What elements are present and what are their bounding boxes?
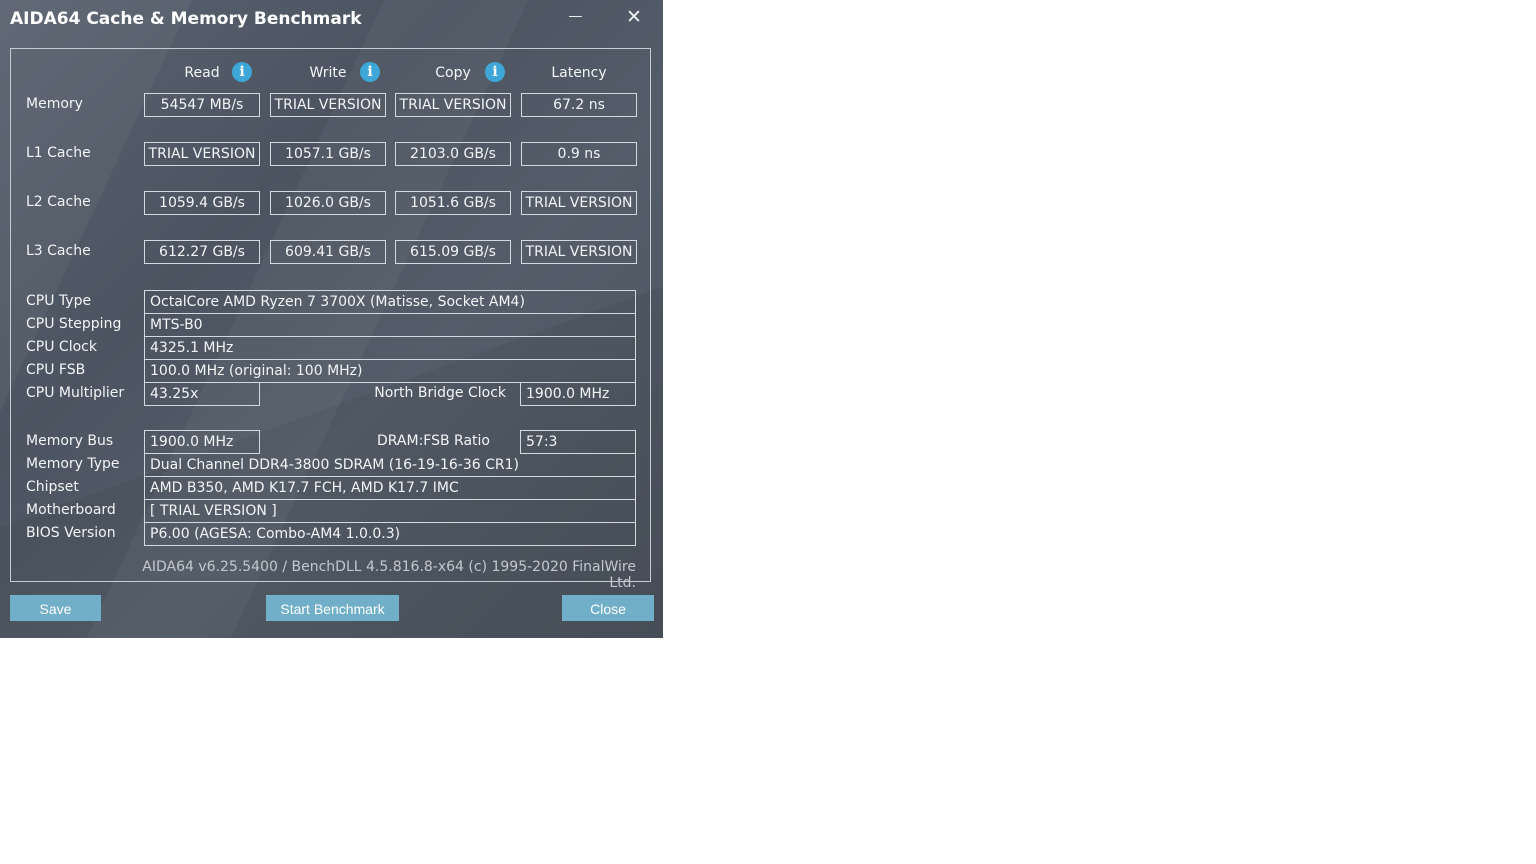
l2-copy-value: 1051.6 GB/s: [395, 191, 511, 215]
cpu-clock-label: CPU Clock: [26, 339, 97, 355]
save-button[interactable]: Save: [10, 595, 101, 621]
memory-write-value: TRIAL VERSION: [270, 93, 386, 117]
cpu-clock-value: 4325.1 MHz: [144, 337, 636, 360]
cpu-stepping-label: CPU Stepping: [26, 316, 122, 332]
close-button[interactable]: Close: [562, 595, 654, 621]
row-label-l1: L1 Cache: [26, 145, 91, 161]
memory-type-value: Dual Channel DDR4-3800 SDRAM (16-19-16-3…: [144, 454, 636, 477]
motherboard-label: Motherboard: [26, 502, 116, 518]
chipset-label: Chipset: [26, 479, 79, 495]
benchmark-window: AIDA64 Cache & Memory Benchmark ✕ Read i…: [0, 0, 663, 638]
l1-copy-value: 2103.0 GB/s: [395, 142, 511, 166]
read-info-icon[interactable]: i: [232, 62, 252, 82]
row-label-memory: Memory: [26, 96, 83, 112]
close-window-button[interactable]: ✕: [624, 6, 644, 28]
memory-type-label: Memory Type: [26, 456, 120, 472]
dram-fsb-ratio-value: 57:3: [520, 430, 636, 454]
chipset-value: AMD B350, AMD K17.7 FCH, AMD K17.7 IMC: [144, 477, 636, 500]
l2-latency-value: TRIAL VERSION: [521, 191, 637, 215]
cpu-type-label: CPU Type: [26, 293, 92, 309]
copy-info-icon[interactable]: i: [485, 62, 505, 82]
memory-copy-value: TRIAL VERSION: [395, 93, 511, 117]
minimize-button[interactable]: [566, 4, 586, 28]
row-label-l2: L2 Cache: [26, 194, 91, 210]
memory-bus-value: 1900.0 MHz: [144, 430, 260, 454]
l3-write-value: 609.41 GB/s: [270, 240, 386, 264]
motherboard-value: [ TRIAL VERSION ]: [144, 500, 636, 523]
l3-latency-value: TRIAL VERSION: [521, 240, 637, 264]
l3-read-value: 612.27 GB/s: [144, 240, 260, 264]
column-header-latency: Latency: [551, 65, 607, 81]
write-info-icon[interactable]: i: [360, 62, 380, 82]
memory-latency-value: 67.2 ns: [521, 93, 637, 117]
bios-version-value: P6.00 (AGESA: Combo-AM4 1.0.0.3): [144, 523, 636, 546]
l2-read-value: 1059.4 GB/s: [144, 191, 260, 215]
cpu-stepping-value: MTS-B0: [144, 314, 636, 337]
minimize-icon: [569, 16, 582, 17]
cpu-fsb-label: CPU FSB: [26, 362, 86, 378]
cpu-multiplier-value: 43.25x: [144, 383, 260, 406]
bios-version-label: BIOS Version: [26, 525, 116, 541]
l2-write-value: 1026.0 GB/s: [270, 191, 386, 215]
start-benchmark-button[interactable]: Start Benchmark: [266, 595, 399, 621]
memory-bus-label: Memory Bus: [26, 433, 114, 449]
memory-read-value: 54547 MB/s: [144, 93, 260, 117]
l1-write-value: 1057.1 GB/s: [270, 142, 386, 166]
cpu-fsb-value: 100.0 MHz (original: 100 MHz): [144, 360, 636, 383]
l1-read-value: TRIAL VERSION: [144, 142, 260, 166]
north-bridge-clock-value: 1900.0 MHz: [520, 383, 636, 406]
cpu-type-value: OctalCore AMD Ryzen 7 3700X (Matisse, So…: [144, 290, 636, 314]
window-title: AIDA64 Cache & Memory Benchmark: [10, 9, 362, 29]
north-bridge-clock-label: North Bridge Clock: [374, 385, 506, 401]
row-label-l3: L3 Cache: [26, 243, 91, 259]
version-footer: AIDA64 v6.25.5400 / BenchDLL 4.5.816.8-x…: [142, 559, 636, 591]
cpu-multiplier-label: CPU Multiplier: [26, 385, 125, 401]
l3-copy-value: 615.09 GB/s: [395, 240, 511, 264]
dram-fsb-ratio-label: DRAM:FSB Ratio: [376, 433, 490, 449]
l1-latency-value: 0.9 ns: [521, 142, 637, 166]
